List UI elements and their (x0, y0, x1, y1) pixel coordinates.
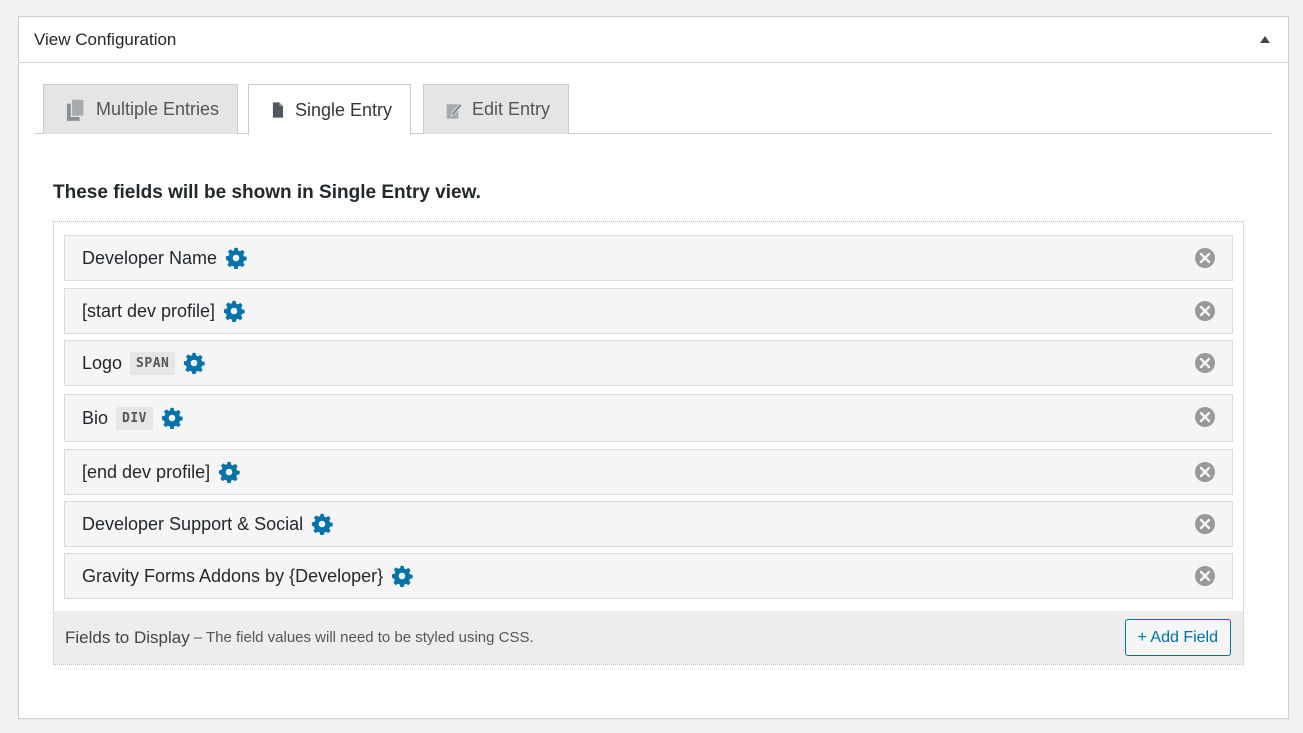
fields-footer: Fields to Display – The field values wil… (54, 611, 1243, 664)
view-configuration-panel: View Configuration Multiple Entries Sing… (18, 16, 1289, 719)
footer-title: Fields to Display (65, 627, 190, 647)
fields-list: Developer Name [start dev profile] Logo … (53, 221, 1244, 665)
remove-icon[interactable] (1194, 513, 1216, 535)
remove-icon[interactable] (1194, 300, 1216, 322)
gear-icon[interactable] (391, 565, 413, 587)
remove-icon[interactable] (1194, 352, 1216, 374)
tab-edit-entry[interactable]: Edit Entry (423, 84, 569, 134)
field-label: Developer Name (82, 247, 218, 268)
field-label: [start dev profile] (82, 300, 216, 321)
field-item[interactable]: Logo SPAN (64, 340, 1233, 386)
field-label: [end dev profile] (82, 461, 211, 482)
tab-label: Edit Entry (471, 99, 550, 119)
gear-icon[interactable] (161, 407, 183, 429)
collapse-arrow-icon[interactable] (1260, 36, 1270, 43)
copy-pages-icon (66, 97, 85, 121)
field-item[interactable]: Gravity Forms Addons by {Developer} (64, 553, 1233, 599)
tab-label: Single Entry (294, 99, 392, 120)
gear-icon[interactable] (223, 300, 245, 322)
field-item[interactable]: Developer Support & Social (64, 501, 1233, 547)
tab-single-entry[interactable]: Single Entry (248, 84, 411, 135)
panel-header[interactable]: View Configuration (19, 17, 1288, 63)
field-label: Gravity Forms Addons by {Developer} (82, 565, 384, 586)
html-tag-badge: SPAN (130, 351, 176, 375)
tab-multiple-entries[interactable]: Multiple Entries (43, 84, 238, 134)
remove-icon[interactable] (1194, 565, 1216, 587)
gear-icon[interactable] (311, 513, 333, 535)
gear-icon[interactable] (183, 352, 205, 374)
view-tabs: Multiple Entries Single Entry Edit Entry (35, 84, 1272, 135)
tab-label: Multiple Entries (95, 99, 219, 119)
field-item[interactable]: Bio DIV (64, 394, 1233, 442)
section-heading: These fields will be shown in Single Ent… (53, 182, 481, 203)
document-icon (272, 102, 284, 118)
panel-title: View Configuration (34, 29, 177, 49)
edit-page-icon (446, 102, 462, 119)
field-label: Bio (82, 407, 109, 428)
field-item[interactable]: [end dev profile] (64, 449, 1233, 495)
gear-icon[interactable] (225, 247, 247, 269)
remove-icon[interactable] (1194, 461, 1216, 483)
gear-icon[interactable] (218, 461, 240, 483)
html-tag-badge: DIV (116, 406, 153, 430)
remove-icon[interactable] (1194, 406, 1216, 428)
add-field-button[interactable]: + Add Field (1124, 619, 1231, 656)
footer-description: – The field values will need to be style… (193, 629, 534, 646)
field-label: Logo (82, 352, 123, 373)
field-item[interactable]: [start dev profile] (64, 288, 1233, 334)
field-label: Developer Support & Social (82, 513, 304, 534)
remove-icon[interactable] (1194, 247, 1216, 269)
field-item[interactable]: Developer Name (64, 235, 1233, 281)
